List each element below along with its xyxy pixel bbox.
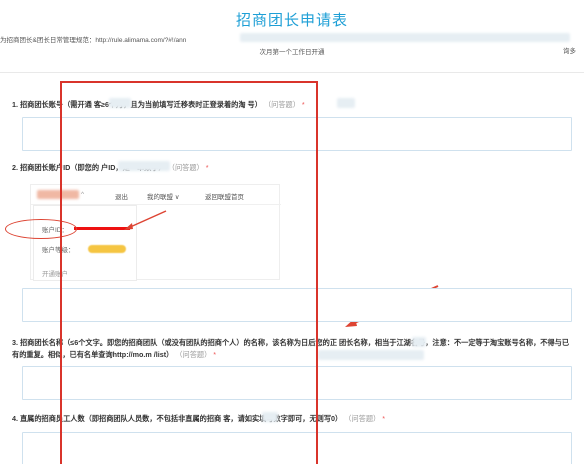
blurred-url xyxy=(318,350,424,360)
required-mark: * xyxy=(382,414,386,423)
question-4-hint: （问答题） xyxy=(344,414,381,423)
blurred-text xyxy=(412,337,426,347)
highlight-box xyxy=(60,81,318,464)
